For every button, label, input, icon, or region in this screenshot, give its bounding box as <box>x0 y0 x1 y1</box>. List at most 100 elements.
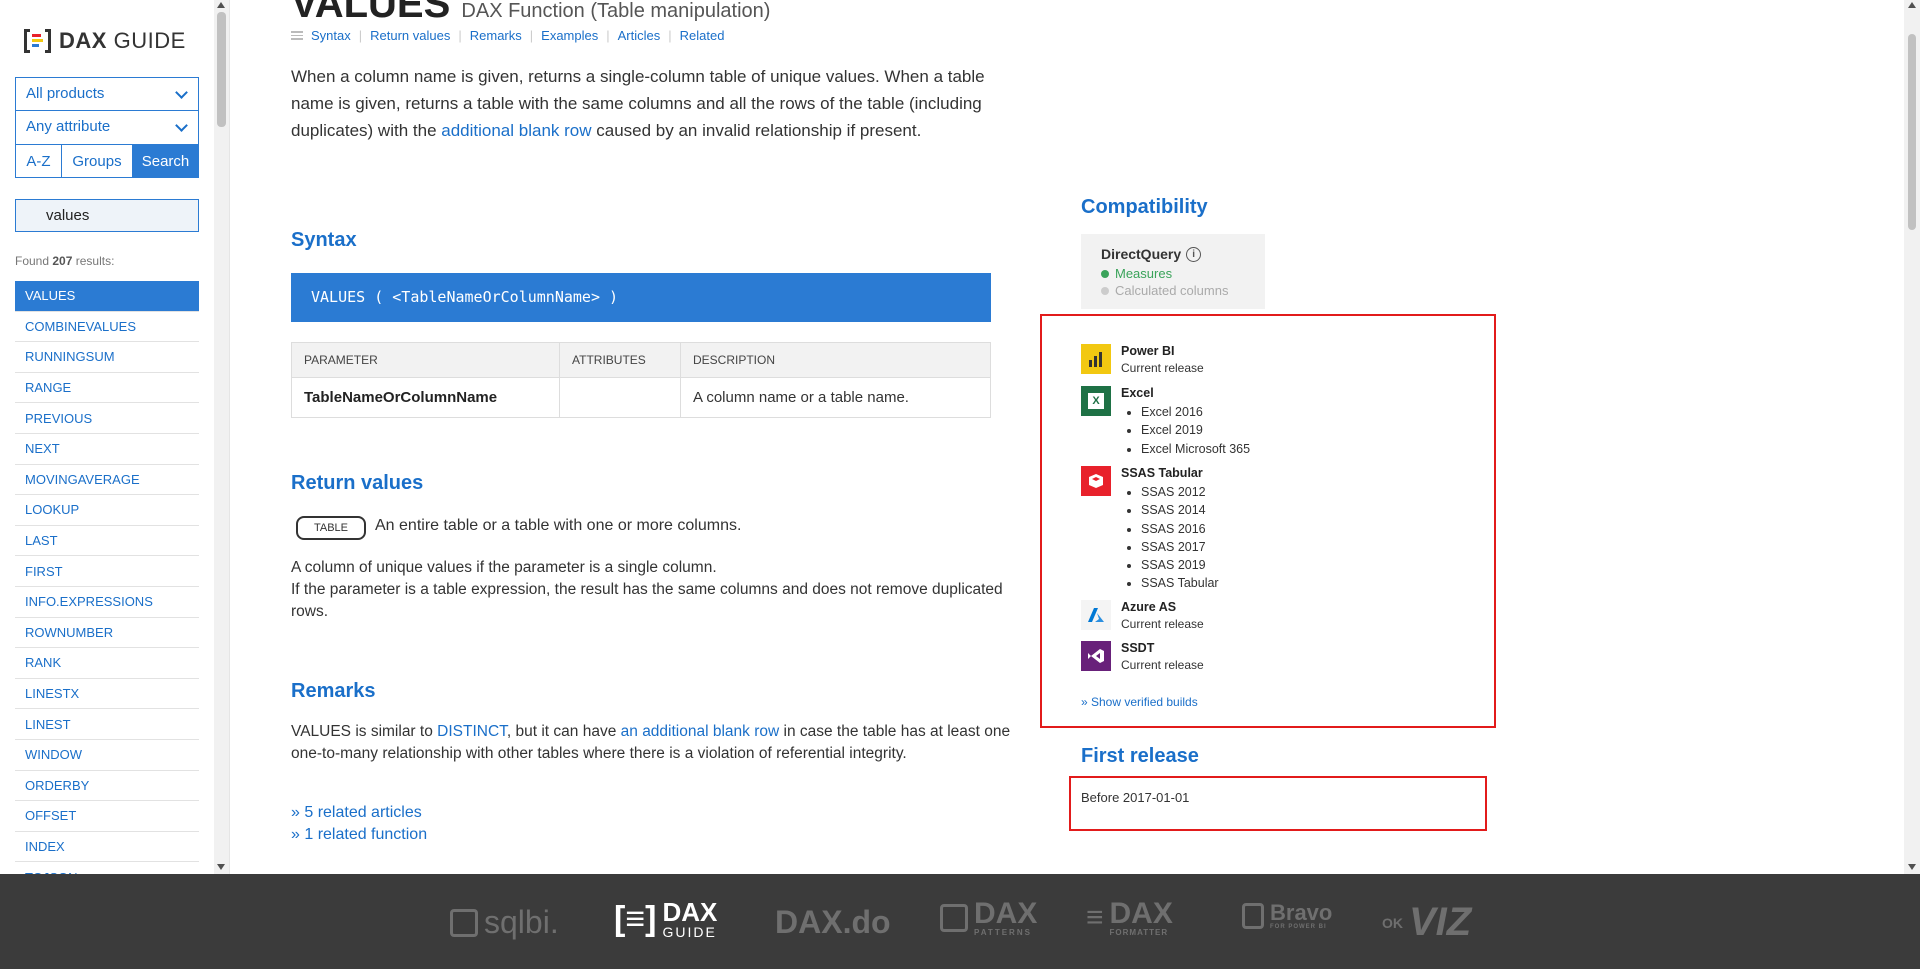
status-dot-gray <box>1101 286 1109 295</box>
product-release: Current release <box>1121 617 1204 631</box>
param-name: TableNameOrColumnName <box>291 377 560 418</box>
tab-groups[interactable]: Groups <box>62 145 133 177</box>
return-type-badge[interactable]: TABLE <box>296 516 366 540</box>
info-icon[interactable]: i <box>1186 246 1202 262</box>
syntax-heading: Syntax <box>291 229 357 251</box>
tab-search[interactable]: Search <box>133 145 198 177</box>
product-azure-as: Azure AS Current release <box>1081 600 1204 631</box>
product-name: Excel <box>1121 386 1154 400</box>
list-item: Excel 2016 <box>1141 403 1250 421</box>
list-item[interactable]: FIRST <box>15 556 199 587</box>
tab-a-z[interactable]: A-Z <box>16 145 62 177</box>
list-item[interactable]: MOVINGAVERAGE <box>15 465 199 496</box>
brand-label: OK <box>1382 914 1403 931</box>
first-release-heading: First release <box>1081 745 1199 767</box>
attribute-select[interactable]: Any attribute <box>15 111 199 145</box>
product-name: Power BI <box>1121 344 1175 358</box>
power-bi-icon <box>1081 344 1111 374</box>
list-item[interactable]: TOJSON <box>15 862 199 874</box>
nav-remarks[interactable]: Remarks <box>470 28 522 43</box>
view-tabs: A-Z Groups Search <box>15 144 199 178</box>
list-item[interactable]: LAST <box>15 526 199 557</box>
additional-blank-row-link-2[interactable]: an additional blank row <box>621 723 780 740</box>
bravo-link[interactable]: Bravo FOR POWER BI <box>1242 902 1332 930</box>
list-item[interactable]: INDEX <box>15 832 199 863</box>
product-excel: X Excel Excel 2016 Excel 2019 Excel Micr… <box>1081 386 1250 458</box>
list-item[interactable]: LINEST <box>15 709 199 740</box>
list-item[interactable]: RANGE <box>15 373 199 404</box>
directquery-box: DirectQuery i Measures Calculated columns <box>1081 234 1265 309</box>
scroll-down-icon[interactable] <box>1908 864 1916 870</box>
sqlbi-link[interactable]: sqlbi. <box>450 904 559 941</box>
section-nav: Syntax | Return values | Remarks | Examples… <box>291 28 724 43</box>
distinct-link[interactable]: DISTINCT <box>437 723 507 740</box>
related-articles-link[interactable]: » 5 related articles <box>291 804 422 822</box>
dax-guide-footer-icon: [≡] <box>614 899 657 938</box>
syntax-code: VALUES ( <TableNameOrColumnName> ) <box>291 273 991 322</box>
brand-label: DAX <box>974 897 1038 930</box>
scroll-up-icon[interactable] <box>1908 2 1916 8</box>
dax-do-link[interactable]: DAX.do <box>775 904 891 941</box>
list-item[interactable]: WINDOW <box>15 740 199 771</box>
dax-patterns-link[interactable]: DAX PATTERNS <box>940 899 1037 937</box>
list-item[interactable]: ORDERBY <box>15 771 199 802</box>
list-item[interactable]: RUNNINGSUM <box>15 342 199 373</box>
scrollbar-thumb[interactable] <box>217 12 226 127</box>
scroll-up-icon[interactable] <box>217 2 225 8</box>
column-header: ATTRIBUTES <box>559 342 681 378</box>
product-release: Current release <box>1121 361 1204 375</box>
list-item[interactable]: VALUES <box>15 281 199 312</box>
product-ssas-tabular: SSAS Tabular SSAS 2012 SSAS 2014 SSAS 20… <box>1081 466 1219 593</box>
azure-icon <box>1081 600 1111 630</box>
excel-icon: X <box>1081 386 1111 416</box>
status-dot-green <box>1101 269 1109 278</box>
brand-label: DAX.do <box>775 904 891 940</box>
nav-examples[interactable]: Examples <box>541 28 598 43</box>
dax-guide-logo[interactable]: DAX GUIDE <box>24 28 186 54</box>
related-function-link[interactable]: » 1 related function <box>291 826 427 844</box>
page-scrollbar[interactable] <box>1904 0 1920 874</box>
return-values-text: A column of unique values if the paramet… <box>291 559 1003 620</box>
list-item[interactable]: ROWNUMBER <box>15 618 199 649</box>
page-subtitle: DAX Function (Table manipulation) <box>461 0 771 22</box>
remarks-heading: Remarks <box>291 680 376 702</box>
dax-guide-link[interactable]: [≡] DAX GUIDE <box>614 899 717 939</box>
scroll-down-icon[interactable] <box>217 864 225 870</box>
sidebar-scrollbar[interactable] <box>214 0 229 874</box>
list-item[interactable]: PREVIOUS <box>15 403 199 434</box>
chevron-down-icon <box>175 119 188 132</box>
dax-patterns-icon <box>940 904 968 932</box>
results-list: VALUES COMBINEVALUES RUNNINGSUM RANGE PR… <box>15 281 199 874</box>
list-item[interactable]: OFFSET <box>15 801 199 832</box>
list-item[interactable]: LINESTX <box>15 679 199 710</box>
attribute-select-value: Any attribute <box>26 118 111 135</box>
dax-formatter-link[interactable]: ≡ DAX FORMATTER <box>1086 899 1173 937</box>
dax-guide-logo-icon <box>24 29 51 53</box>
product-select[interactable]: All products <box>15 77 199 111</box>
return-values-heading: Return values <box>291 472 424 494</box>
list-item[interactable]: NEXT <box>15 434 199 465</box>
search-input[interactable]: values <box>15 199 199 232</box>
list-item[interactable]: INFO.EXPRESSIONS <box>15 587 199 618</box>
brand-label: PATTERNS <box>974 928 1032 937</box>
nav-syntax[interactable]: Syntax <box>311 28 351 43</box>
menu-icon <box>291 31 303 40</box>
column-header: PARAMETER <box>291 342 560 378</box>
product-select-value: All products <box>26 85 105 102</box>
show-verified-builds-link[interactable]: » Show verified builds <box>1081 695 1198 709</box>
product-ssdt: SSDT Current release <box>1081 641 1204 672</box>
nav-related[interactable]: Related <box>680 28 725 43</box>
list-item: SSAS 2012 <box>1141 483 1219 501</box>
list-item[interactable]: COMBINEVALUES <box>15 312 199 343</box>
list-item[interactable]: LOOKUP <box>15 495 199 526</box>
nav-return-values[interactable]: Return values <box>370 28 450 43</box>
additional-blank-row-link[interactable]: additional blank row <box>441 121 591 140</box>
sqlbi-icon <box>450 908 478 937</box>
scrollbar-thumb[interactable] <box>1908 34 1916 230</box>
okviz-link[interactable]: OK VIZ <box>1382 900 1471 945</box>
param-description: A column name or a table name. <box>680 377 991 418</box>
nav-articles[interactable]: Articles <box>618 28 661 43</box>
list-item[interactable]: RANK <box>15 648 199 679</box>
dq-calculated-columns: Calculated columns <box>1115 283 1229 298</box>
product-power-bi: Power BI Current release <box>1081 344 1204 375</box>
